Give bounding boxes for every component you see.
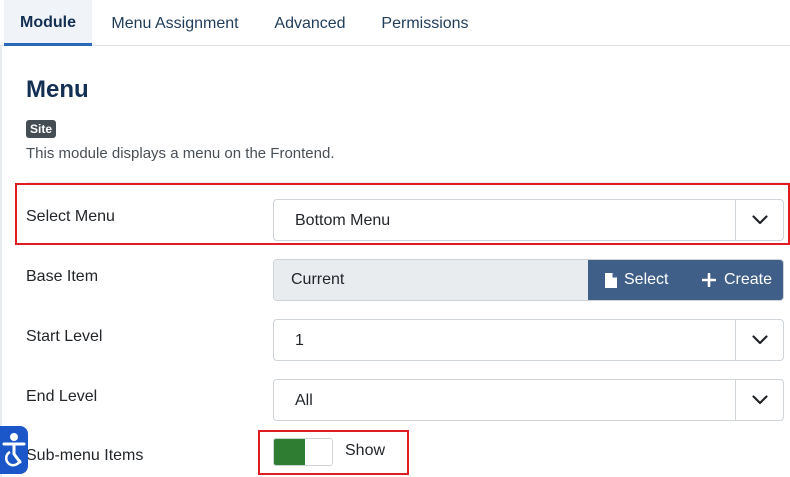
file-icon bbox=[605, 272, 621, 288]
panel-border bbox=[0, 46, 2, 477]
module-description: This module displays a menu on the Front… bbox=[26, 145, 335, 162]
base-item-label: Base Item bbox=[26, 268, 99, 285]
submenu-toggle-highlight bbox=[258, 430, 409, 475]
select-menu-highlight bbox=[15, 183, 790, 245]
plus-icon bbox=[702, 273, 720, 287]
end-level-dropdown[interactable]: All bbox=[273, 379, 784, 421]
select-button-label: Select bbox=[624, 271, 669, 288]
accessibility-icon bbox=[0, 432, 28, 473]
base-item-create-button[interactable]: Create bbox=[686, 260, 783, 300]
create-button-label: Create bbox=[724, 271, 773, 288]
chevron-down-icon bbox=[735, 320, 783, 360]
end-level-value: All bbox=[295, 392, 313, 409]
tab-bar: Module Menu Assignment Advanced Permissi… bbox=[0, 0, 790, 46]
module-edit-page: Module Menu Assignment Advanced Permissi… bbox=[0, 0, 790, 477]
tab-permissions[interactable]: Permissions bbox=[364, 0, 486, 46]
tab-module[interactable]: Module bbox=[4, 0, 92, 46]
base-item-value: Current bbox=[291, 271, 345, 288]
accessibility-button[interactable] bbox=[0, 426, 28, 474]
module-title: Menu bbox=[26, 76, 89, 103]
start-level-label: Start Level bbox=[26, 328, 103, 345]
tab-menu-assignment[interactable]: Menu Assignment bbox=[94, 0, 256, 46]
base-item-field: Current Select Create bbox=[273, 259, 784, 301]
tab-advanced[interactable]: Advanced bbox=[258, 0, 362, 46]
submenu-items-label: Sub-menu Items bbox=[26, 447, 144, 464]
site-badge: Site bbox=[26, 120, 57, 138]
start-level-value: 1 bbox=[295, 332, 304, 349]
chevron-down-icon bbox=[735, 380, 783, 420]
base-item-value-box: Current bbox=[274, 260, 588, 300]
end-level-label: End Level bbox=[26, 388, 98, 405]
start-level-dropdown[interactable]: 1 bbox=[273, 319, 784, 361]
base-item-select-button[interactable]: Select bbox=[588, 260, 686, 300]
